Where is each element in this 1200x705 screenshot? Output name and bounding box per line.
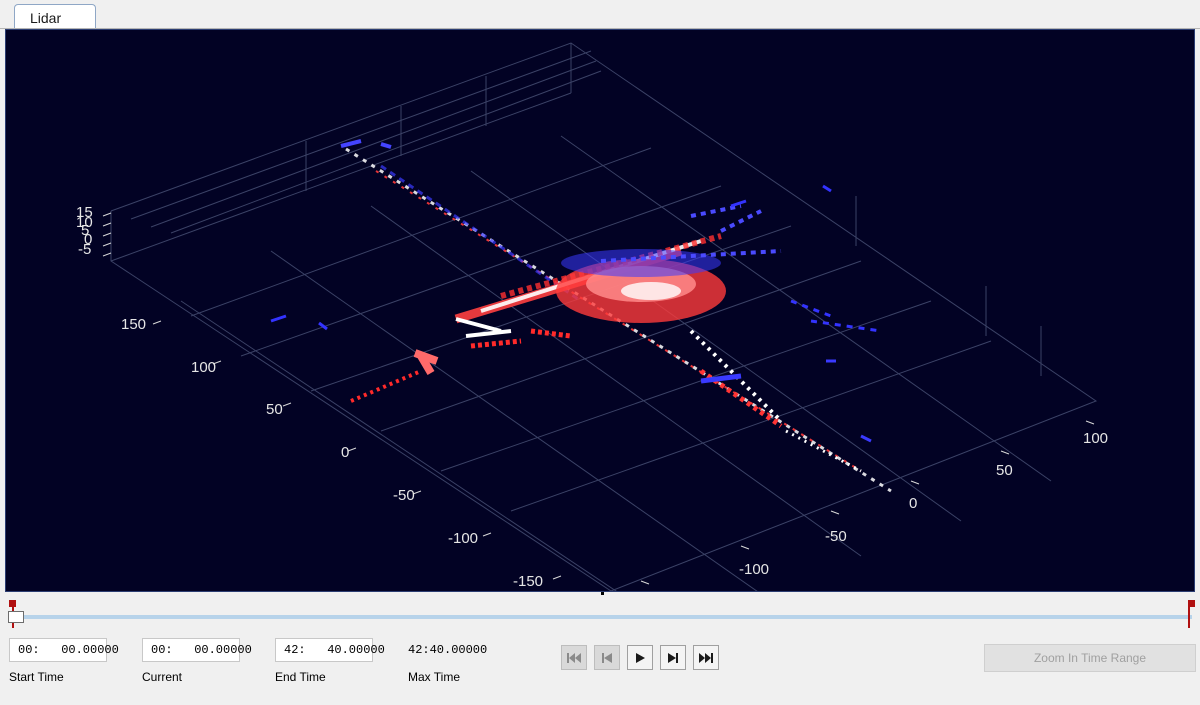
- z-axis-tick-labels: 15 10 5 0 -5: [76, 204, 93, 258]
- y-tick-label: 100: [191, 359, 216, 376]
- end-time-marker-line: [1188, 606, 1190, 628]
- x-tick-label: 0: [909, 495, 917, 512]
- tab-strip: Lidar: [0, 0, 1200, 29]
- play-icon: [636, 652, 645, 663]
- step-back-button[interactable]: [594, 645, 620, 670]
- tab-lidar-label: Lidar: [30, 10, 62, 26]
- x-tick-label: 100: [1083, 430, 1108, 447]
- y-tick-label: -100: [448, 530, 478, 547]
- step-back-icon: [602, 652, 612, 663]
- y-tick-label: 150: [121, 316, 146, 333]
- x-tick-label: -50: [825, 528, 847, 545]
- max-time-value: 42:40.00000: [408, 643, 488, 657]
- x-axis-tick-labels: -100 -50 0 50 100: [739, 430, 1108, 578]
- max-time-label: Max Time: [408, 670, 461, 684]
- y-tick-label: -50: [393, 487, 415, 504]
- splitter-handle[interactable]: [601, 592, 604, 595]
- skip-to-end-icon: [699, 652, 713, 663]
- lidar-point-cloud-view[interactable]: 15 10 5 0 -5 150 100 50 0 -50 -100 -150 …: [5, 29, 1195, 592]
- y-axis-tick-labels: 150 100 50 0 -50 -100 -150: [121, 316, 543, 590]
- y-tick-label: -150: [513, 573, 543, 590]
- start-time-label: Start Time: [9, 670, 64, 684]
- x-tick-label: -100: [739, 561, 769, 578]
- current-time-field[interactable]: 00: 00.00000: [142, 638, 252, 662]
- current-time-label: Current: [142, 670, 183, 684]
- end-time-field[interactable]: 42: 40.00000: [275, 638, 385, 662]
- end-time-label: End Time: [275, 670, 326, 684]
- start-time-field[interactable]: 00: 00.00000: [9, 638, 119, 662]
- timeline-panel: 00: 00.00000 Start Time 00: 00.00000 Cur…: [0, 596, 1200, 705]
- skip-to-start-button[interactable]: [561, 645, 587, 670]
- current-time-slider-thumb[interactable]: [8, 611, 24, 623]
- lidar-3d-axes: 15 10 5 0 -5 150 100 50 0 -50 -100 -150 …: [76, 42, 1108, 591]
- y-tick-label: 50: [266, 401, 283, 418]
- x-tick-label: 50: [996, 462, 1013, 479]
- y-tick-label: 0: [341, 444, 349, 461]
- step-forward-button[interactable]: [660, 645, 686, 670]
- skip-to-start-icon: [567, 652, 581, 663]
- play-button[interactable]: [627, 645, 653, 670]
- z-tick-label: -5: [78, 241, 91, 258]
- time-slider-track[interactable]: [12, 615, 1192, 619]
- skip-to-end-button[interactable]: [693, 645, 719, 670]
- step-forward-icon: [668, 652, 678, 663]
- zoom-in-time-range-button[interactable]: Zoom In Time Range: [984, 644, 1196, 672]
- tab-lidar[interactable]: Lidar: [14, 4, 96, 28]
